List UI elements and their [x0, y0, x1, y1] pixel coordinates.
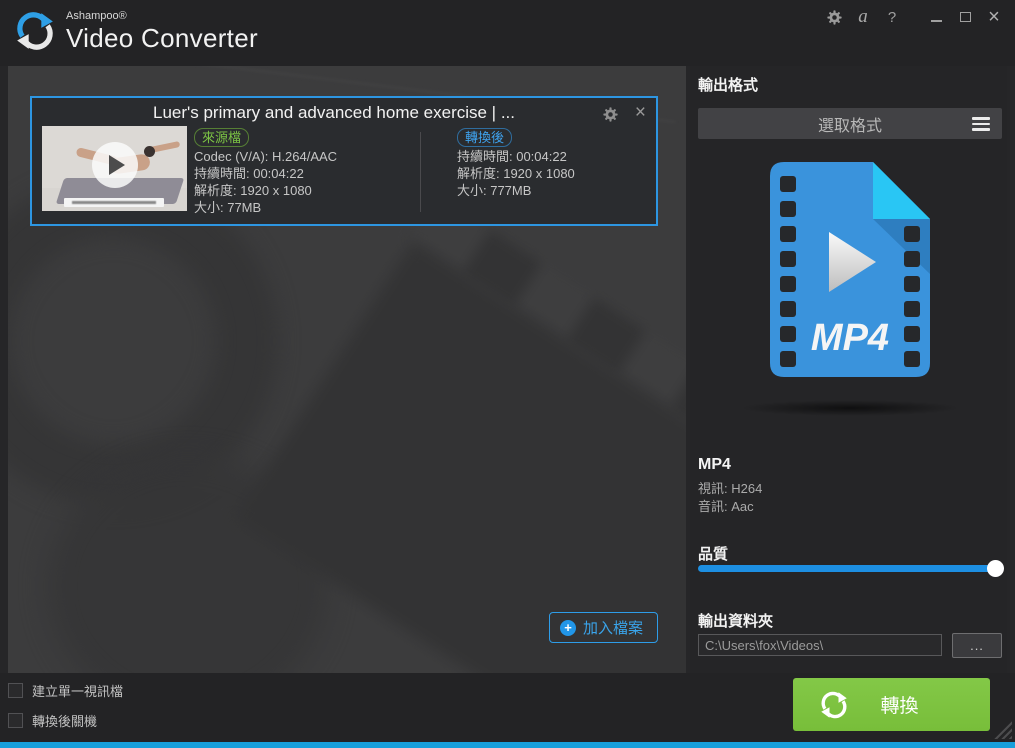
brand-small: Ashampoo® [66, 10, 127, 22]
video-file-card[interactable]: Luer's primary and advanced home exercis… [30, 96, 658, 226]
quality-slider-thumb[interactable] [987, 560, 1004, 577]
watermark-clapperboard-top [409, 196, 686, 545]
convert-sync-icon [821, 691, 847, 718]
output-format-heading: 輸出格式 [698, 77, 759, 94]
info-divider [420, 132, 421, 212]
output-folder-input[interactable] [698, 634, 942, 656]
account-icon[interactable]: a [852, 5, 874, 29]
close-button[interactable]: × [983, 5, 1005, 29]
converted-duration: 持續時間: 00:04:22 [457, 149, 567, 164]
converted-resolution: 解析度: 1920 x 1080 [457, 166, 575, 181]
source-size: 大小: 77MB [194, 200, 262, 215]
single-file-label: 建立單一視訊檔 [32, 684, 124, 699]
sync-logo-icon [17, 12, 53, 50]
browse-folder-button[interactable]: ... [952, 633, 1002, 658]
source-file-info: 來源檔 Codec (V/A): H.264/AAC 持續時間: 00:04:2… [194, 128, 337, 216]
resize-grip[interactable] [994, 721, 1012, 739]
single-file-checkbox[interactable] [8, 683, 23, 698]
window-accent-border [0, 742, 1015, 748]
format-video-info: 視訊: H264 [698, 481, 763, 496]
shutdown-option[interactable]: 轉換後關機 [8, 711, 97, 730]
select-format-label: 選取格式 [817, 117, 882, 135]
source-resolution: 解析度: 1920 x 1080 [194, 183, 312, 198]
play-icon[interactable] [91, 142, 138, 189]
brand-text: Ashampoo® Video Converter [66, 10, 258, 53]
watermark-reel2 [48, 456, 328, 673]
shutdown-checkbox[interactable] [8, 713, 23, 728]
minimize-button[interactable] [925, 5, 947, 29]
title-bar: Ashampoo® Video Converter a ? × [0, 0, 1015, 66]
add-files-label: 加入檔案 [582, 620, 643, 637]
single-file-option[interactable]: 建立單一視訊檔 [8, 681, 123, 700]
plus-icon: + [559, 619, 576, 636]
quality-heading: 品質 [698, 546, 729, 563]
convert-button[interactable]: 轉換 [793, 678, 990, 731]
icon-shadow [740, 400, 960, 416]
maximize-button[interactable] [954, 5, 976, 29]
file-settings-gear-icon[interactable] [602, 106, 620, 124]
help-icon[interactable]: ? [881, 5, 903, 29]
format-audio-info: 音訊: Aac [698, 499, 754, 514]
format-name: MP4 [698, 456, 731, 473]
select-format-button[interactable]: 選取格式 [698, 108, 1002, 139]
mp4-format-icon: MP4 [770, 162, 930, 377]
video-title: Luer's primary and advanced home exercis… [152, 103, 515, 122]
app-title: Video Converter [66, 23, 258, 53]
svg-text:MP4: MP4 [811, 317, 889, 359]
settings-gear-icon[interactable] [823, 5, 845, 29]
converted-badge: 轉換後 [457, 128, 513, 147]
watermark-clapperboard [233, 241, 686, 673]
converted-file-info: 轉換後 持續時間: 00:04:22 解析度: 1920 x 1080 大小: … [457, 128, 575, 199]
remove-file-icon[interactable]: × [635, 102, 646, 124]
source-duration: 持續時間: 00:04:22 [194, 166, 304, 181]
shutdown-label: 轉換後關機 [32, 714, 98, 729]
footer-bar: 建立單一視訊檔 轉換後關機 轉換 [0, 673, 1015, 742]
app-logo: Ashampoo® Video Converter [14, 10, 258, 52]
source-codec: Codec (V/A): H.264/AAC [194, 149, 338, 164]
titlebar-controls: a ? × [823, 4, 1005, 30]
convert-label: 轉換 [880, 696, 919, 717]
output-panel: 輸出格式 選取格式 MP4 MP4 視訊: H264 音訊: Aac 品質 輸出… [690, 66, 1007, 673]
output-folder-heading: 輸出資料夾 [698, 613, 774, 630]
source-badge: 來源檔 [194, 128, 250, 147]
add-files-button[interactable]: + 加入檔案 [548, 612, 658, 643]
app-window: Ashampoo® Video Converter a ? × Luer's p… [0, 0, 1015, 748]
menu-icon [972, 117, 990, 131]
quality-slider[interactable] [698, 560, 1004, 577]
converted-size: 大小: 777MB [457, 183, 532, 198]
file-list-area: Luer's primary and advanced home exercis… [8, 66, 686, 673]
video-thumbnail[interactable] [42, 126, 187, 211]
